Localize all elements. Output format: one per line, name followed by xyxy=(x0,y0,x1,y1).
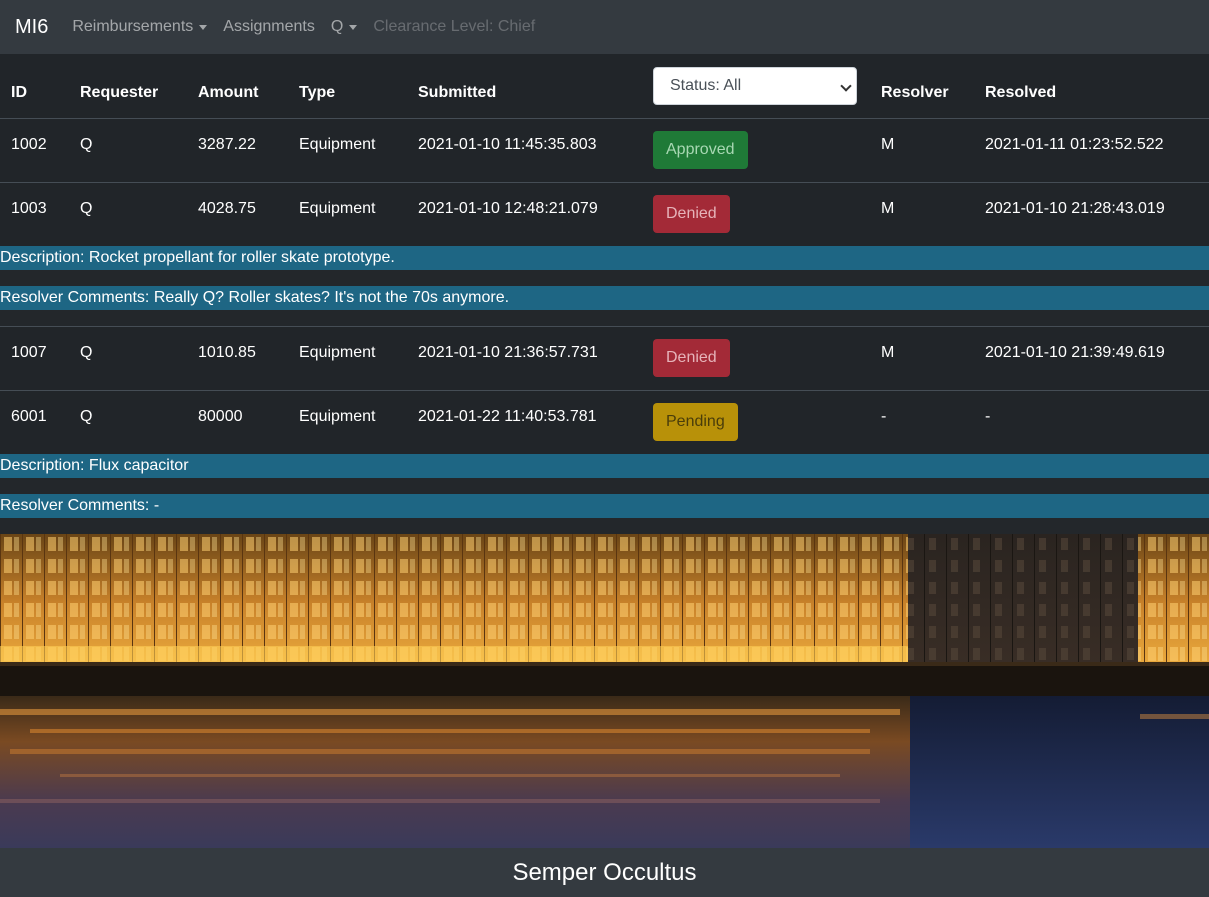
cell-amount: 80000 xyxy=(198,408,243,425)
spacer xyxy=(0,270,1209,286)
status-badge[interactable]: Pending xyxy=(653,403,738,441)
cell-resolver: M xyxy=(881,200,895,217)
cell-submitted: 2021-01-10 11:45:35.803 xyxy=(418,136,597,153)
description-bar: Description: Flux capacitor xyxy=(0,454,1209,478)
resolver-comments-bar: Resolver Comments: Really Q? Roller skat… xyxy=(0,286,1209,310)
header-submitted: Submitted xyxy=(418,84,497,101)
header-id: ID xyxy=(11,84,27,101)
cell-resolved: - xyxy=(985,408,991,425)
navbar: MI6 Reimbursements Assignments Q Clearan… xyxy=(0,0,1209,54)
nav-user-dropdown[interactable]: Q xyxy=(330,18,358,36)
header-resolver: Resolver xyxy=(881,84,949,101)
table-row[interactable]: 1007 Q 1010.85 Equipment 2021-01-10 21:3… xyxy=(0,326,1209,390)
nav-assignments-link[interactable]: Assignments xyxy=(223,18,315,36)
caret-down-icon xyxy=(199,24,208,30)
cell-amount: 3287.22 xyxy=(198,136,256,153)
cell-resolved: 2021-01-10 21:28:43.019 xyxy=(985,200,1165,217)
cell-id: 1003 xyxy=(11,200,47,217)
footer: Semper Occultus xyxy=(0,848,1209,897)
cell-type: Equipment xyxy=(299,344,376,361)
header-amount: Amount xyxy=(198,84,259,101)
footer-motto: Semper Occultus xyxy=(512,858,697,886)
cell-amount: 1010.85 xyxy=(198,344,256,361)
cell-requester: Q xyxy=(80,344,93,361)
chevron-down-icon xyxy=(840,80,852,92)
brand-logo[interactable]: MI6 xyxy=(15,16,48,39)
caret-down-icon xyxy=(349,24,358,30)
table-row[interactable]: 6001 Q 80000 Equipment 2021-01-22 11:40:… xyxy=(0,390,1209,454)
spacer xyxy=(0,310,1209,326)
status-badge[interactable]: Denied xyxy=(653,339,730,377)
nav-reimbursements-label: Reimbursements xyxy=(72,18,194,35)
cell-requester: Q xyxy=(80,408,93,425)
table-row[interactable]: 1002 Q 3287.22 Equipment 2021-01-10 11:4… xyxy=(0,118,1209,182)
status-filter-select[interactable]: Status: All xyxy=(653,67,857,105)
cell-resolver: - xyxy=(881,408,887,425)
description-bar: Description: Rocket propellant for rolle… xyxy=(0,246,1209,270)
cell-submitted: 2021-01-22 11:40:53.781 xyxy=(418,408,597,425)
status-badge[interactable]: Approved xyxy=(653,131,748,169)
cell-resolver: M xyxy=(881,344,895,361)
cell-submitted: 2021-01-10 21:36:57.731 xyxy=(418,344,598,361)
resolver-comments-bar: Resolver Comments: - xyxy=(0,494,1209,518)
cell-id: 1007 xyxy=(11,344,47,361)
cell-type: Equipment xyxy=(299,408,376,425)
nav-user-label: Q xyxy=(330,18,344,35)
cell-resolver: M xyxy=(881,136,895,153)
nav-reimbursements-dropdown[interactable]: Reimbursements xyxy=(72,18,208,36)
status-badge[interactable]: Denied xyxy=(653,195,730,233)
status-filter-value: Status: All xyxy=(670,77,742,94)
cell-submitted: 2021-01-10 12:48:21.079 xyxy=(418,200,598,217)
header-resolved: Resolved xyxy=(985,84,1057,101)
cell-type: Equipment xyxy=(299,136,376,153)
header-requester: Requester xyxy=(80,84,159,101)
cell-amount: 4028.75 xyxy=(198,200,256,217)
cell-id: 6001 xyxy=(11,408,47,425)
table-header-row: ID Requester Amount Type Submitted Statu… xyxy=(0,54,1209,118)
parliament-night-photo xyxy=(0,534,1209,848)
cell-requester: Q xyxy=(80,136,93,153)
cell-resolved: 2021-01-10 21:39:49.619 xyxy=(985,344,1165,361)
table-row[interactable]: 1003 Q 4028.75 Equipment 2021-01-10 12:4… xyxy=(0,182,1209,246)
header-type: Type xyxy=(299,84,336,101)
clearance-level-label: Clearance Level: Chief xyxy=(373,18,536,35)
cell-id: 1002 xyxy=(11,136,47,153)
reimbursements-table: ID Requester Amount Type Submitted Statu… xyxy=(0,54,1209,518)
cell-requester: Q xyxy=(80,200,93,217)
spacer xyxy=(0,478,1209,494)
cell-type: Equipment xyxy=(299,200,376,217)
cell-resolved: 2021-01-11 01:23:52.522 xyxy=(985,136,1164,153)
